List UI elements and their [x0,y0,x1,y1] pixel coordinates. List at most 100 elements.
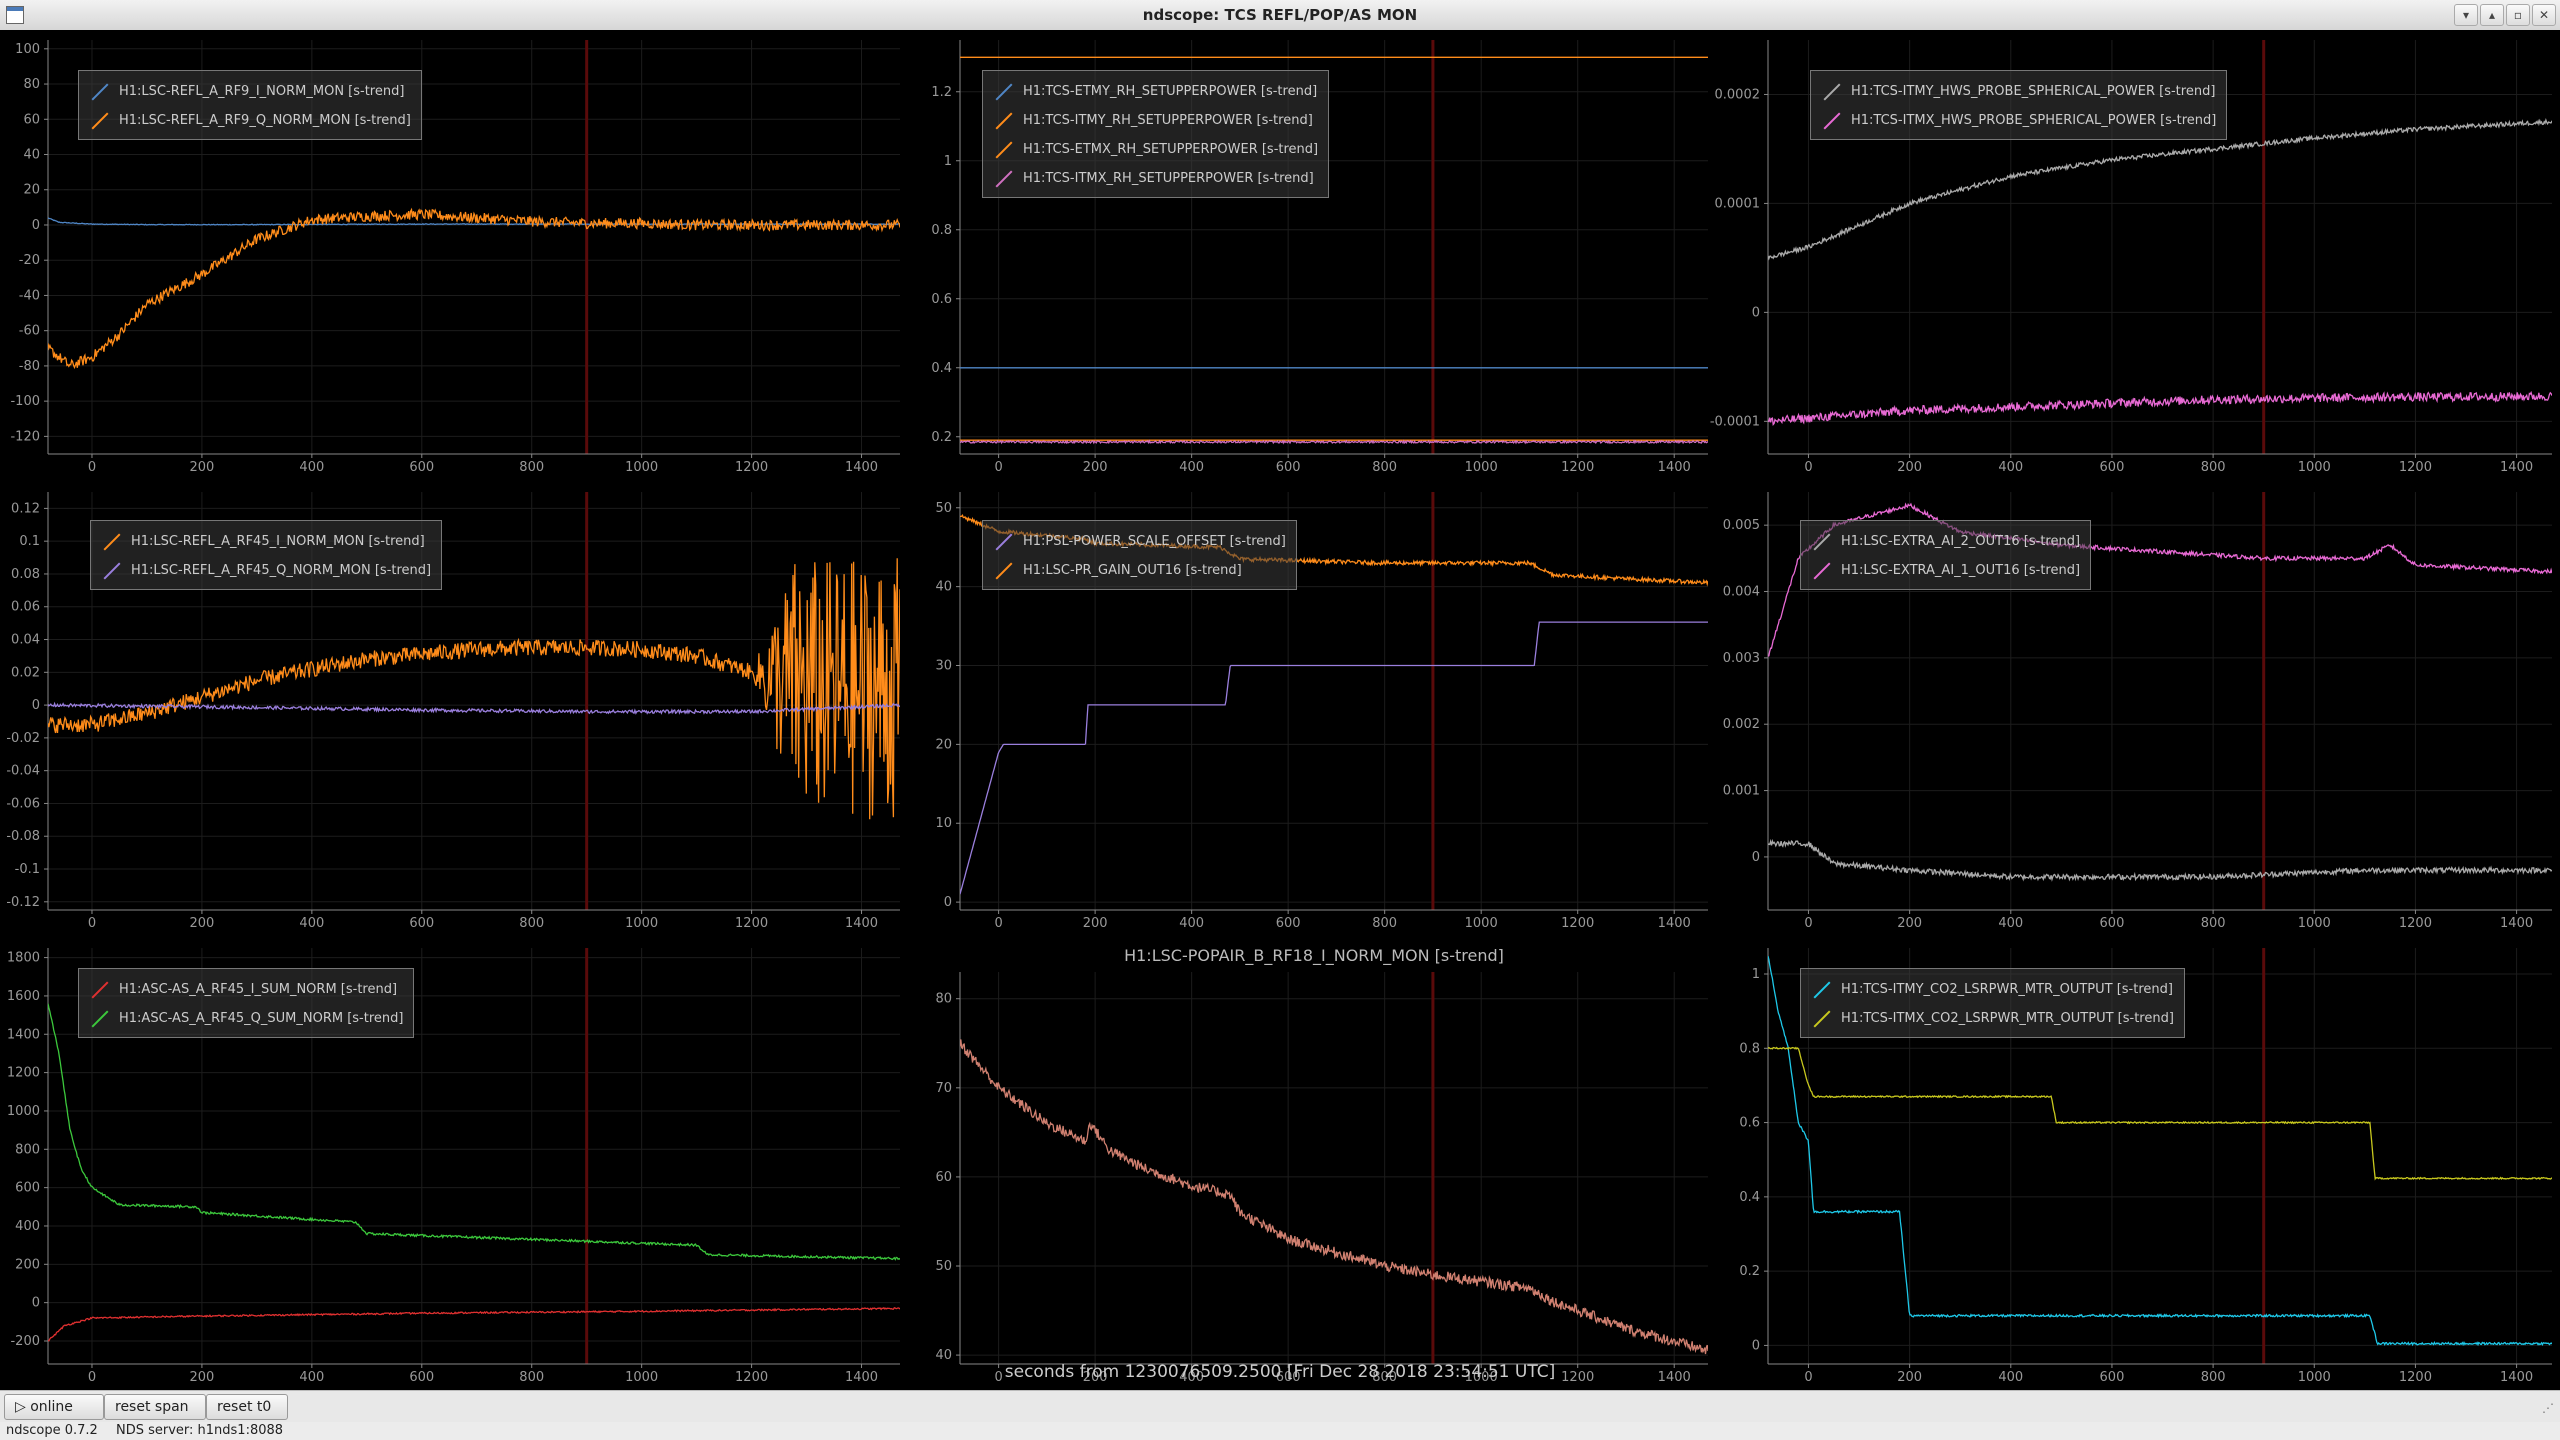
x-tick-label: 1200 [1561,916,1594,931]
y-tick-label: 0.02 [11,665,40,680]
x-tick-label: 1200 [2399,460,2432,475]
y-tick-label: 0 [32,218,40,233]
y-tick-label: 0 [32,698,40,713]
legend-item[interactable]: H1:TCS-ITMX_RH_SETUPPERPOWER [s-trend] [993,164,1318,193]
legend-item[interactable]: H1:LSC-REFL_A_RF9_Q_NORM_MON [s-trend] [89,106,411,135]
plot-extra-ai[interactable]: 0 200 400 600 800 1000 1200 1400 0.005 0.004 0.003… [1720,482,2560,936]
x-tick-label: 1200 [735,460,768,475]
plot-legend[interactable]: H1:TCS-ITMY_HWS_PROBE_SPHERICAL_POWER [s… [1810,70,2228,140]
plot-legend[interactable]: H1:TCS-ITMY_CO2_LSRPWR_MTR_OUTPUT [s-tre… [1800,968,2185,1038]
legend-item[interactable]: H1:TCS-ETMX_RH_SETUPPERPOWER [s-trend] [993,135,1318,164]
maximize-icon[interactable]: ▫ [2506,4,2530,26]
plot-psl-power[interactable]: 0 200 400 600 800 1000 1200 1400 50 40 30 20 10 0 H1:P… [912,482,1716,936]
x-tick-label: 400 [1179,916,1204,931]
plot-legend[interactable]: H1:ASC-AS_A_RF45_I_SUM_NORM [s-trend] H1:… [78,968,415,1038]
y-tick-label: 0.005 [1723,518,1760,533]
y-tick-label: 400 [15,1219,40,1234]
close-icon[interactable]: ✕ [2532,4,2556,26]
online-button[interactable]: ▷ online [4,1394,104,1420]
legend-item[interactable]: H1:LSC-EXTRA_AI_1_OUT16 [s-trend] [1811,556,2080,585]
x-tick-label: 1000 [1465,916,1498,931]
reset-t0-button[interactable]: reset t0 [206,1394,288,1420]
series-line [1768,117,2552,261]
legend-item[interactable]: H1:TCS-ETMY_RH_SETUPPERPOWER [s-trend] [993,77,1318,106]
x-tick-label: 0 [88,460,96,475]
x-tick-label: 1400 [1658,916,1691,931]
y-tick-label: 1600 [7,989,40,1004]
legend-item[interactable]: H1:TCS-ITMY_CO2_LSRPWR_MTR_OUTPUT [s-tre… [1811,975,2174,1004]
minimize-icon[interactable]: ▾ [2454,4,2478,26]
plot-canvas[interactable]: 0 200 400 600 800 1000 1200 14008070605040 [912,938,1716,1390]
y-tick-label: 0.6 [931,292,952,307]
shade-icon[interactable]: ▴ [2480,4,2504,26]
plot-legend[interactable]: H1:LSC-REFL_A_RF9_I_NORM_MON [s-trend] H1… [78,70,422,140]
legend-item[interactable]: H1:ASC-AS_A_RF45_I_SUM_NORM [s-trend] [89,975,403,1004]
legend-item[interactable]: H1:LSC-REFL_A_RF45_Q_NORM_MON [s-trend] [101,556,431,585]
x-tick-label: 800 [2201,460,2226,475]
y-tick-label: 0.08 [11,567,40,582]
window-controls: ▾ ▴ ▫ ✕ [2452,4,2556,26]
plot-legend[interactable]: H1:PSL-POWER_SCALE_OFFSET [s-trend] H1:LS… [982,520,1297,590]
x-tick-label: 200 [1897,460,1922,475]
legend-label: H1:TCS-ITMY_RH_SETUPPERPOWER [s-trend] [1023,113,1313,128]
x-tick-label: 800 [519,460,544,475]
y-tick-label: 1 [944,154,952,169]
x-tick-label: 600 [1276,916,1301,931]
legend-swatch-icon [995,533,1013,550]
legend-label: H1:PSL-POWER_SCALE_OFFSET [s-trend] [1023,534,1286,549]
y-tick-label: 0.04 [11,633,40,648]
y-tick-label: 1.2 [931,85,952,100]
plot-refl-rf9[interactable]: 0 200 400 600 800 1000 1200 1400 100 80 60 40 20 0 -20… [0,30,908,480]
legend-label: H1:TCS-ITMY_CO2_LSRPWR_MTR_OUTPUT [s-tre… [1841,982,2173,997]
legend-item[interactable]: H1:TCS-ITMY_HWS_PROBE_SPHERICAL_POWER [s… [1821,77,2216,106]
y-tick-label: 0.003 [1723,651,1760,666]
plot-refl-rf45[interactable]: 0 200 400 600 800 1000 1200 1400 0.12 0.1 0.08 0.06… [0,482,908,936]
legend-swatch-icon [1813,1010,1831,1027]
legend-item[interactable]: H1:LSC-EXTRA_AI_2_OUT16 [s-trend] [1811,527,2080,556]
y-tick-label: 40 [935,1348,952,1363]
reset-span-button[interactable]: reset span [104,1394,206,1420]
legend-item[interactable]: H1:LSC-PR_GAIN_OUT16 [s-trend] [993,556,1286,585]
plot-legend[interactable]: H1:TCS-ETMY_RH_SETUPPERPOWER [s-trend] H1… [982,70,1330,198]
x-tick-label: 600 [2100,460,2125,475]
legend-label: H1:LSC-REFL_A_RF45_Q_NORM_MON [s-trend] [131,563,432,578]
x-tick-label: 800 [1372,916,1397,931]
plot-as-rf45[interactable]: 0 200 400 600 800 1000 1200 1400 1800 1600 1400 120… [0,938,908,1390]
legend-item[interactable]: H1:TCS-ITMX_CO2_LSRPWR_MTR_OUTPUT [s-tre… [1811,1004,2174,1033]
plot-legend[interactable]: H1:LSC-REFL_A_RF45_I_NORM_MON [s-trend] H… [90,520,443,590]
server-label: NDS server: h1nds1:8088 [115,1423,284,1438]
plot-hws-spherical[interactable]: 0 200 400 600 800 1000 1200 1400 0.0002 0.0001 0 -0… [1710,30,2560,480]
plot-popair-rf18[interactable]: H1:LSC-POPAIR_B_RF18_I_NORM_MON [s-trend… [912,938,1716,1390]
y-tick-label: -200 [10,1334,40,1349]
y-tick-label: 800 [15,1142,40,1157]
plot-legend[interactable]: H1:LSC-EXTRA_AI_2_OUT16 [s-trend] H1:LSC-… [1800,520,2092,590]
legend-item[interactable]: H1:LSC-REFL_A_RF9_I_NORM_MON [s-trend] [89,77,411,106]
y-tick-label: 0 [944,895,952,910]
legend-swatch-icon [995,83,1013,100]
y-tick-label: 0.6 [1739,1116,1760,1131]
y-tick-label: 0.06 [11,600,40,615]
x-tick-label: 600 [409,460,434,475]
plot-co2-lsrpwr[interactable]: 0 200 400 600 800 1000 1200 1400 1 0.8 0.6 0.4 0.2 0 H… [1720,938,2560,1390]
legend-item[interactable]: H1:LSC-REFL_A_RF45_I_NORM_MON [s-trend] [101,527,431,556]
legend-item[interactable]: H1:TCS-ITMX_HWS_PROBE_SPHERICAL_POWER [s… [1821,106,2216,135]
y-tick-label: 70 [935,1081,952,1096]
legend-item[interactable]: H1:TCS-ITMY_RH_SETUPPERPOWER [s-trend] [993,106,1318,135]
legend-item[interactable]: H1:ASC-AS_A_RF45_Q_SUM_NORM [s-trend] [89,1004,403,1033]
x-tick-label: 0 [1804,916,1812,931]
plot-tcs-setupper[interactable]: 0 200 400 600 800 1000 1200 1400 1.2 1 0.8 0.6 0.4 0.… [912,30,1716,480]
x-tick-label: 0 [88,916,96,931]
y-tick-label: 30 [935,659,952,674]
legend-item[interactable]: H1:PSL-POWER_SCALE_OFFSET [s-trend] [993,527,1286,556]
x-tick-label: 400 [1179,460,1204,475]
y-tick-label: 0.2 [931,430,952,445]
x-tick-label: 400 [1998,460,2023,475]
x-tick-label: 1400 [845,916,878,931]
x-tick-label: 200 [1083,460,1108,475]
series-line [48,207,900,370]
series-line [1768,390,2552,426]
version-label: ndscope 0.7.2 [6,1423,98,1438]
y-tick-label: 0 [1752,305,1760,320]
resize-grip-icon[interactable]: ⋰ [2542,1401,2554,1415]
legend-swatch-icon [1813,562,1831,579]
